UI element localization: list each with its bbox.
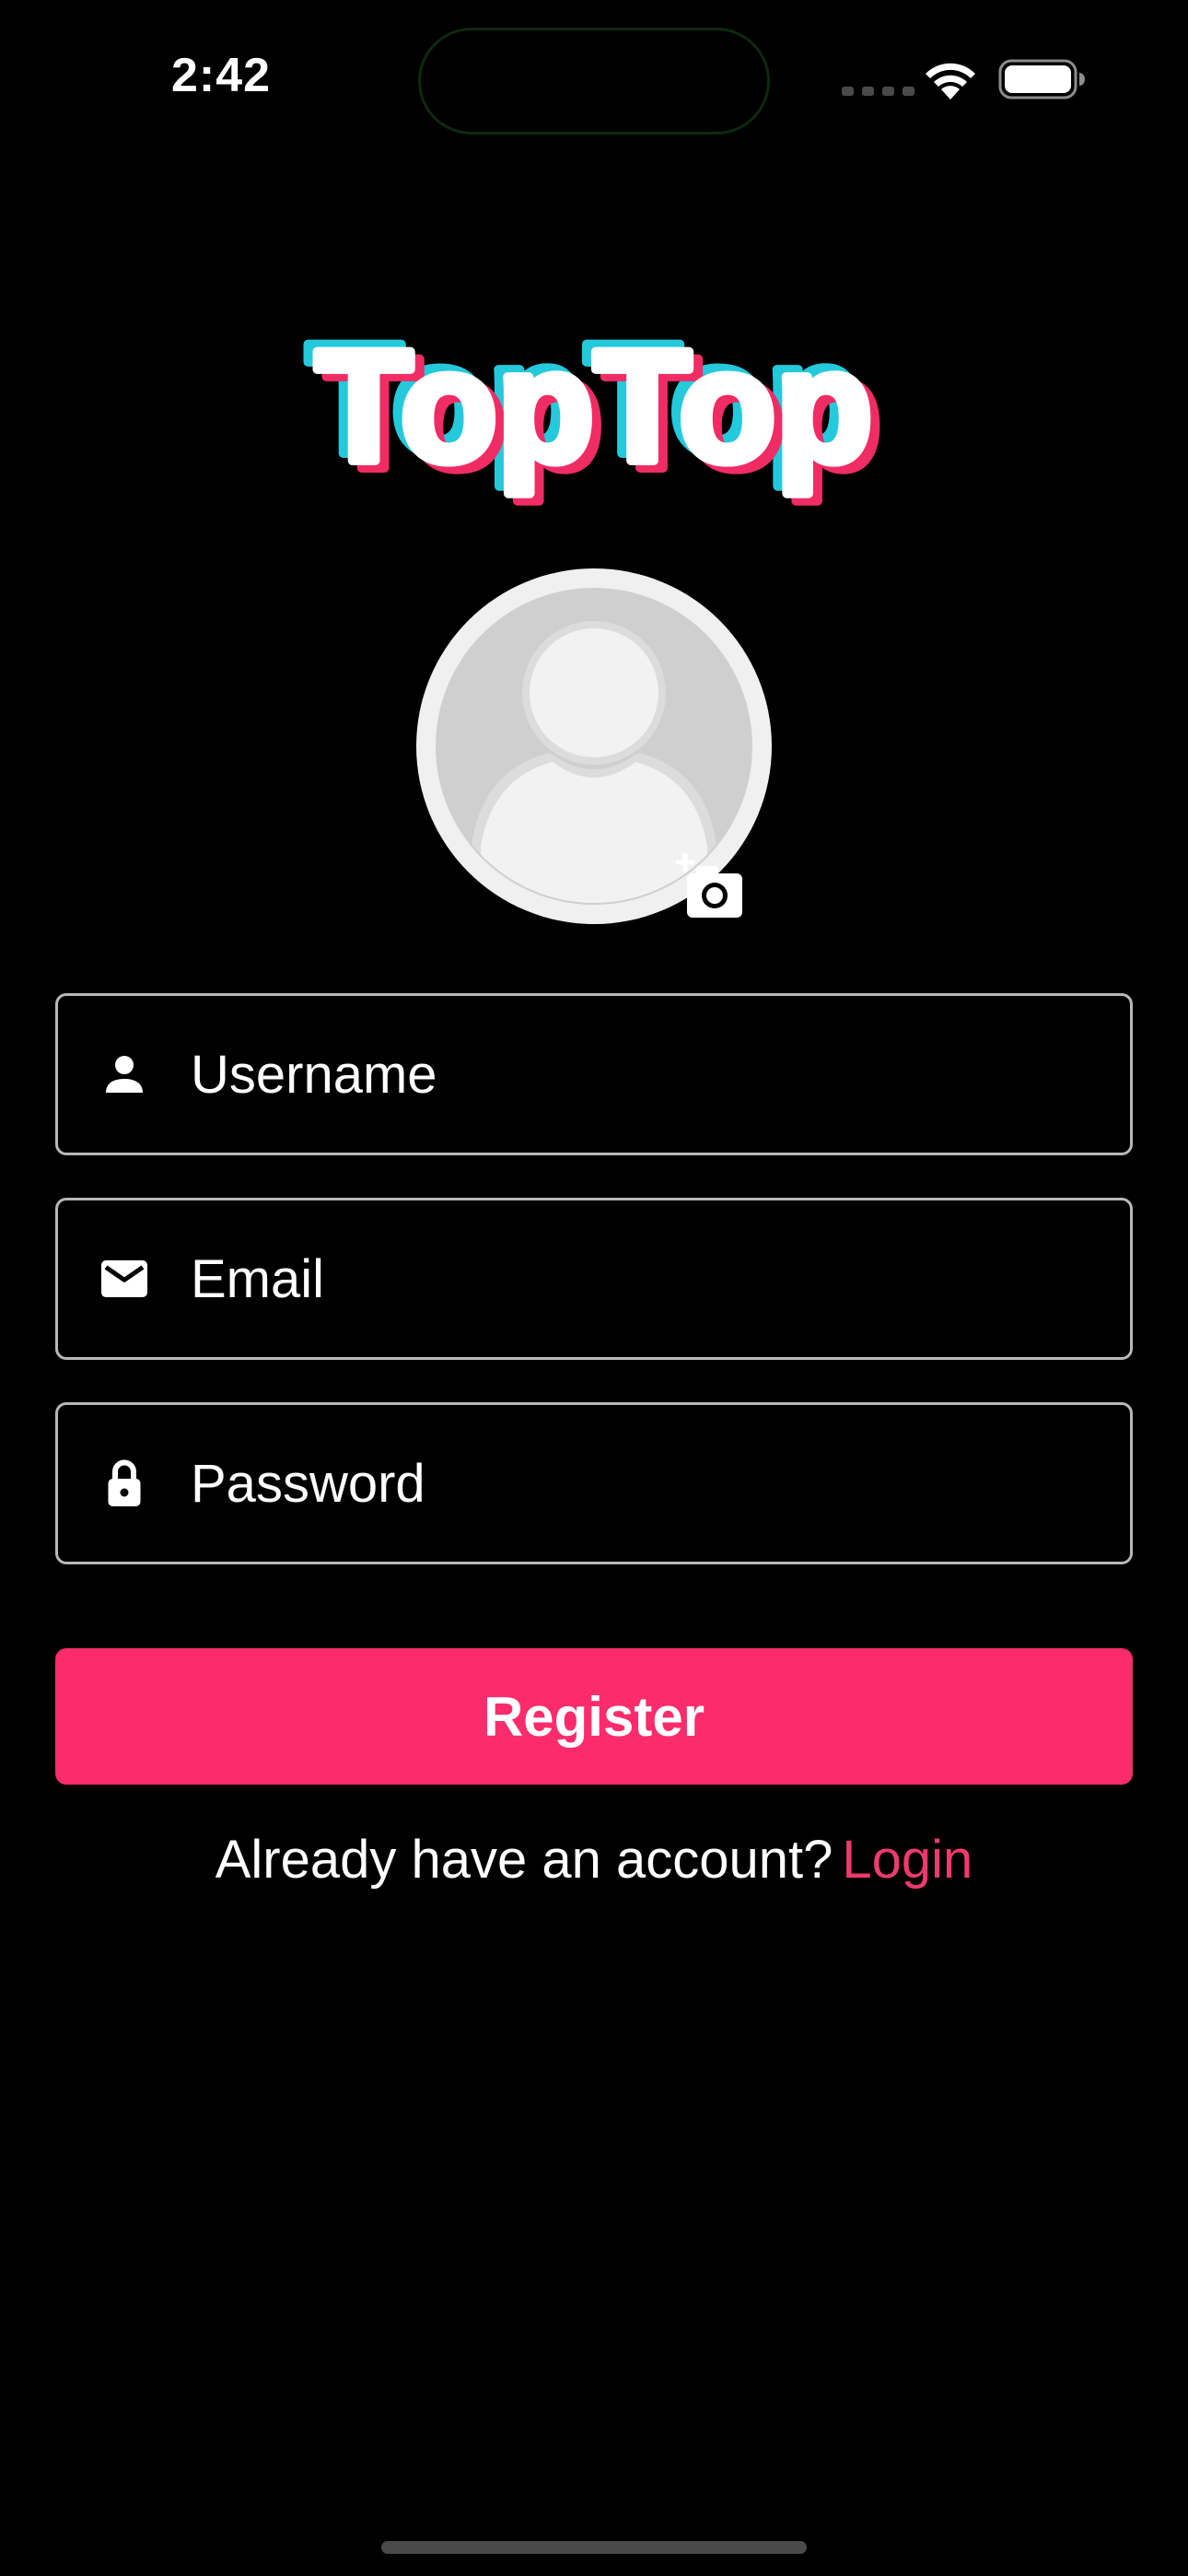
dynamic-island (418, 28, 770, 135)
login-link[interactable]: Login (842, 1830, 973, 1890)
login-prompt: Already have an account? Login (0, 1829, 1188, 1891)
status-time: 2:42 (171, 49, 272, 102)
password-input[interactable] (191, 1452, 1075, 1515)
lock-icon (108, 1459, 141, 1506)
username-input[interactable] (191, 1043, 1075, 1106)
mail-icon (101, 1260, 147, 1297)
person-icon (106, 1056, 143, 1093)
app-logo: TopTop TopTop TopTop (302, 306, 887, 507)
home-indicator (381, 2541, 807, 2554)
password-field[interactable] (55, 1402, 1133, 1564)
register-button[interactable]: Register (55, 1648, 1133, 1785)
cellular-signal-icon (842, 87, 914, 96)
email-input[interactable] (191, 1247, 1075, 1310)
login-prompt-text: Already have an account? (215, 1830, 833, 1890)
logo-text: TopTop (316, 318, 873, 495)
add-photo-camera-icon[interactable] (672, 853, 746, 923)
username-field[interactable] (55, 993, 1133, 1155)
wifi-icon (926, 63, 975, 100)
email-field[interactable] (55, 1198, 1133, 1360)
battery-icon (998, 59, 1085, 100)
